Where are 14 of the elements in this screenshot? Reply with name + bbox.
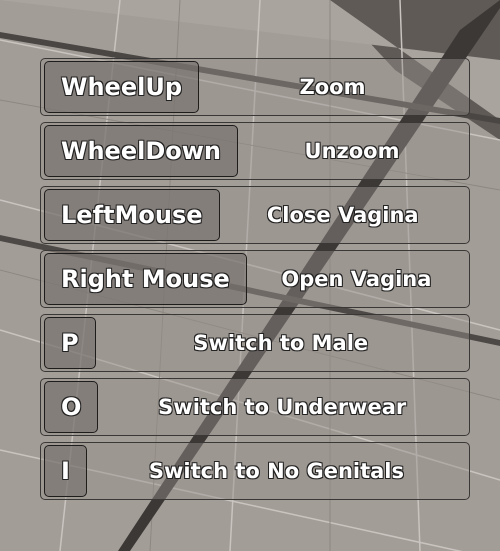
key-button[interactable]: WheelDown [44, 125, 238, 177]
key-button[interactable]: LeftMouse [44, 189, 220, 241]
action-label: Switch to No Genitals [148, 459, 404, 483]
key-button[interactable]: WheelUp [44, 61, 200, 113]
action-label: Open Vagina [281, 267, 432, 291]
action-label: Unzoom [304, 139, 400, 163]
action-label: Zoom [300, 75, 366, 99]
action-label: Switch to Underwear [158, 395, 406, 419]
key-button[interactable]: P [44, 317, 96, 369]
key-button[interactable]: Right Mouse [44, 253, 247, 305]
key-button[interactable]: O [44, 381, 98, 433]
key-button[interactable]: I [44, 445, 87, 497]
action-label: Close Vagina [266, 203, 419, 227]
action-label: Switch to Male [193, 331, 368, 355]
